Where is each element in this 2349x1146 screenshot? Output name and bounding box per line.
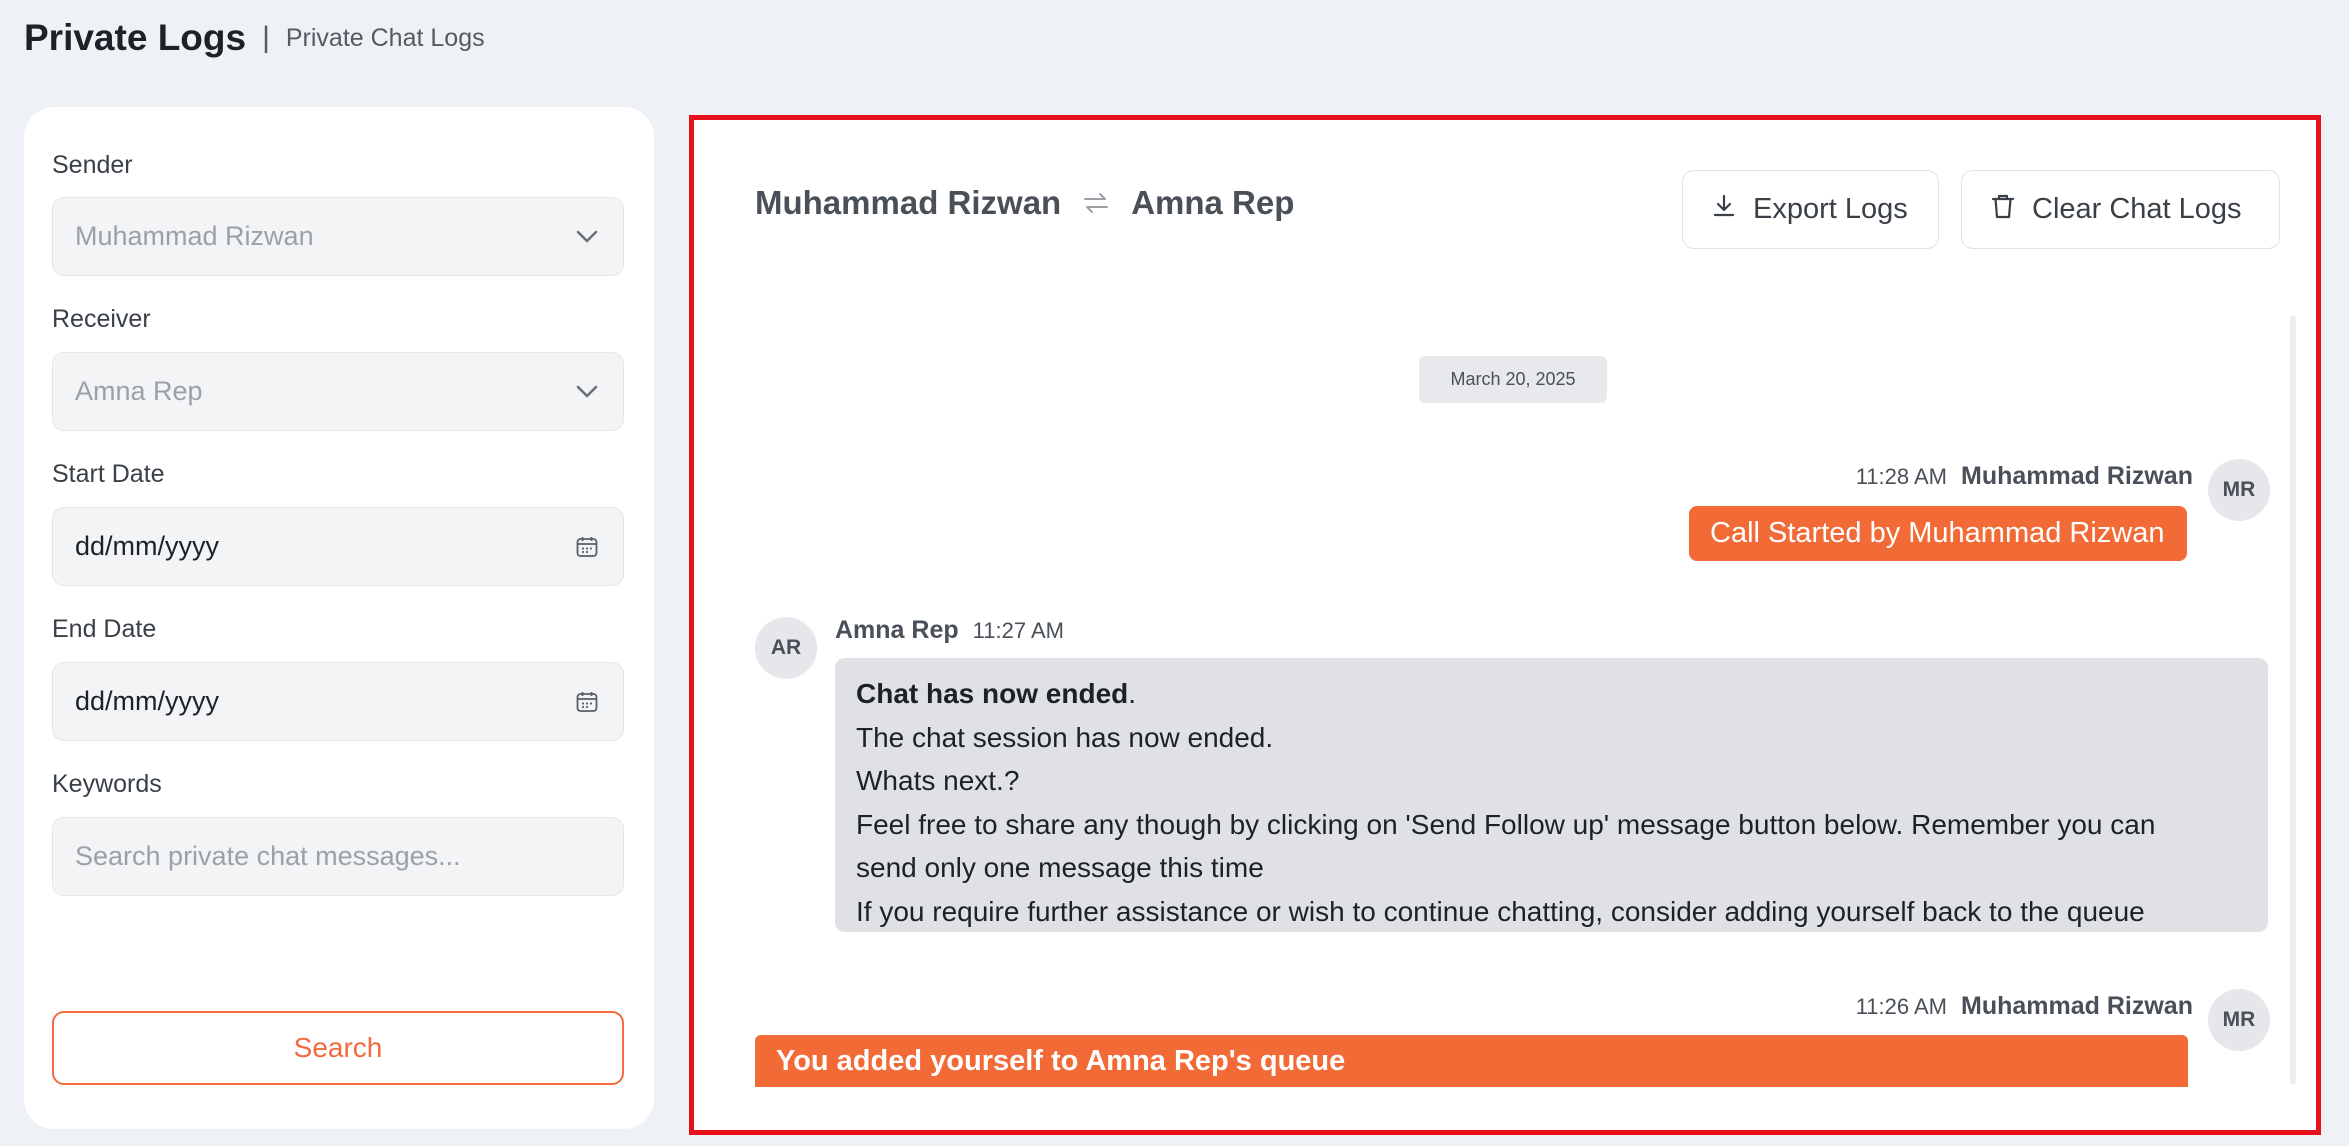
chevron-down-icon [573, 223, 601, 251]
page-title: Private Logs [24, 17, 247, 58]
start-date-input[interactable]: dd/mm/yyyy [52, 507, 624, 586]
avatar: MR [2208, 989, 2270, 1051]
participant-sender: Muhammad Rizwan [755, 184, 1062, 221]
receiver-select-value: Amna Rep [75, 376, 203, 406]
avatar: MR [2208, 459, 2270, 521]
message-sender: Muhammad Rizwan [1961, 992, 2193, 1020]
export-logs-label: Export Logs [1753, 193, 1908, 225]
chevron-down-icon [573, 378, 601, 406]
trash-icon [1990, 192, 2016, 228]
clear-chat-logs-label: Clear Chat Logs [2032, 193, 2242, 225]
calendar-icon[interactable] [573, 533, 601, 561]
receiver-select[interactable]: Amna Rep [52, 352, 624, 431]
keywords-placeholder: Search private chat messages... [75, 841, 461, 871]
message-meta: 11:28 AM Muhammad Rizwan [1856, 462, 2193, 491]
keywords-input[interactable]: Search private chat messages... [52, 817, 624, 896]
chat-scrollbar[interactable] [2290, 315, 2296, 1085]
avatar: AR [755, 617, 817, 679]
message-bubble: Chat has now ended. The chat session has… [835, 658, 2268, 932]
calendar-icon[interactable] [573, 688, 601, 716]
sender-select-value: Muhammad Rizwan [75, 221, 314, 251]
message-bubble: Call Started by Muhammad Rizwan [1689, 506, 2187, 561]
start-date-value: dd/mm/yyyy [75, 531, 220, 561]
message-time: 11:28 AM [1855, 464, 1948, 489]
message-line-bold: Chat has now ended [856, 678, 1129, 709]
header-separator: | [262, 21, 270, 54]
sender-label: Sender [52, 151, 133, 179]
export-logs-button[interactable]: Export Logs [1682, 170, 1939, 249]
message-line: If you require further assistance or wis… [856, 895, 2145, 927]
end-date-label: End Date [52, 615, 157, 643]
message-line: The chat session has now ended. [856, 721, 1274, 753]
receiver-label: Receiver [52, 305, 151, 333]
message-line: Chat has now ended. [856, 672, 2247, 716]
clear-chat-logs-button[interactable]: Clear Chat Logs [1961, 170, 2280, 249]
date-divider: March 20, 2025 [1419, 356, 1607, 403]
message-sender: Muhammad Rizwan [1961, 462, 2193, 490]
message-line-suffix: . [1128, 678, 1137, 709]
download-icon [1711, 193, 1737, 227]
message-line: Whats next.? [856, 765, 1020, 796]
end-date-value: dd/mm/yyyy [75, 686, 220, 716]
message-bubble: You added yourself to Amna Rep's queue [755, 1035, 2188, 1087]
start-date-label: Start Date [52, 460, 165, 488]
message-line: send only one message this time [856, 852, 1264, 883]
filter-panel: Sender Muhammad Rizwan Receiver Amna Rep… [24, 107, 654, 1129]
message-meta: 11:26 AM Muhammad Rizwan [1856, 992, 2193, 1021]
message-sender: Amna Rep [835, 616, 959, 644]
page-subtitle: Private Chat Logs [285, 23, 485, 52]
chat-log-panel: Muhammad Rizwan Amna Rep Export Logs Cle… [689, 115, 2321, 1135]
message-time: 11:26 AM [1855, 994, 1948, 1019]
page-header: Private Logs | Private Chat Logs [24, 14, 485, 62]
message-meta: Amna Rep 11:27 AM [835, 616, 1064, 645]
end-date-input[interactable]: dd/mm/yyyy [52, 662, 624, 741]
chat-participants: Muhammad Rizwan Amna Rep [755, 184, 1294, 222]
message-line: Feel free to share any though by clickin… [856, 808, 2156, 840]
message-time: 11:27 AM [972, 618, 1064, 643]
participant-receiver: Amna Rep [1131, 184, 1295, 221]
swap-arrows-icon [1081, 188, 1111, 218]
keywords-label: Keywords [52, 770, 162, 798]
sender-select[interactable]: Muhammad Rizwan [52, 197, 624, 276]
search-button[interactable]: Search [52, 1011, 624, 1085]
